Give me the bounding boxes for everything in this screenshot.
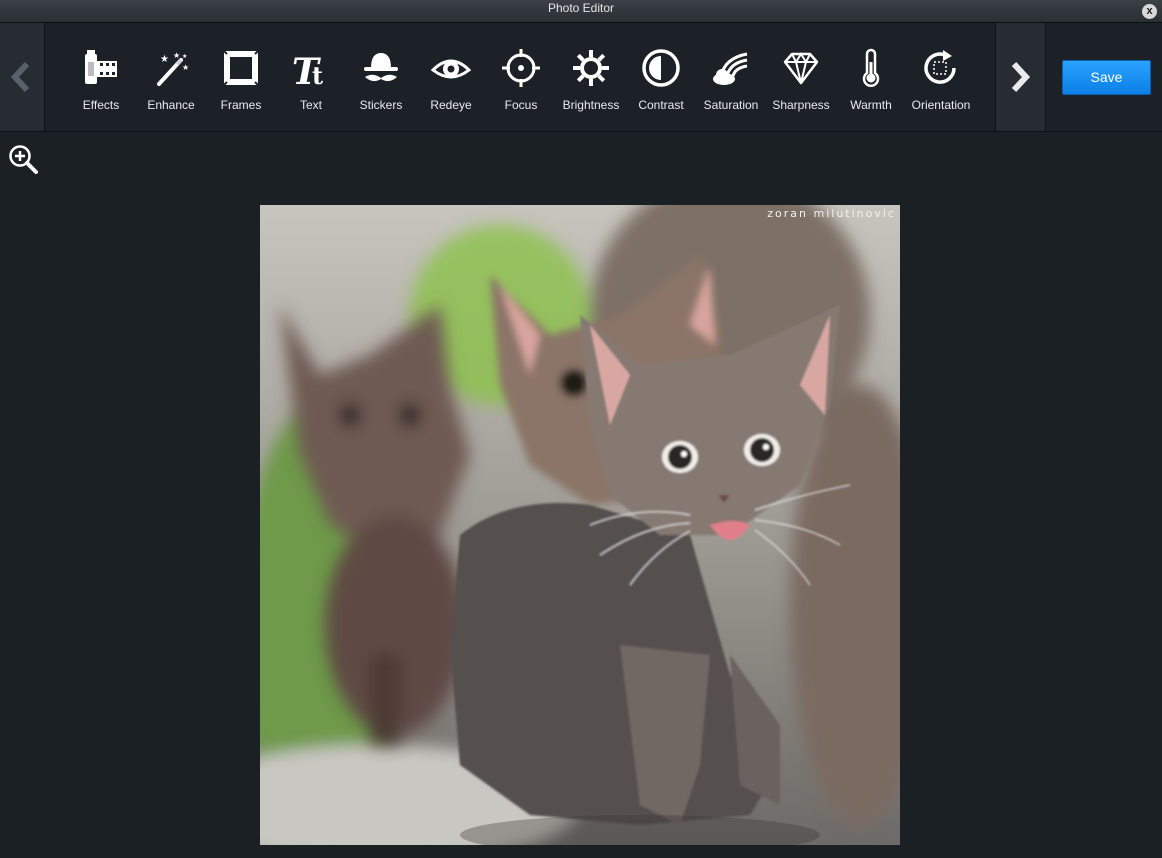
- tool-enhance[interactable]: ★ ★ ★ ★ Enhance: [136, 23, 206, 131]
- tool-label: Orientation: [911, 98, 971, 112]
- tool-saturation[interactable]: Saturation: [696, 23, 766, 131]
- tool-warmth[interactable]: Warmth: [836, 23, 906, 131]
- close-button[interactable]: x: [1142, 4, 1157, 19]
- sun-icon: [573, 50, 609, 86]
- crosshair-icon: [502, 49, 540, 87]
- window-title: Photo Editor: [547, 1, 615, 15]
- tool-focus[interactable]: Focus: [486, 23, 556, 131]
- thermometer-icon: [862, 48, 880, 87]
- rotate-icon: [924, 50, 956, 84]
- eye-icon: [431, 59, 471, 79]
- chevron-left-icon: [10, 61, 30, 93]
- tool-orientation[interactable]: Orientation: [906, 23, 976, 131]
- kitten-photo: [260, 205, 900, 845]
- tool-sharpness[interactable]: Sharpness: [766, 23, 836, 131]
- svg-text:★: ★: [182, 53, 187, 60]
- tool-brightness[interactable]: Brightness: [556, 23, 626, 131]
- toolbar: Effects ★ ★ ★ ★ Enhance Frames T t Text …: [0, 23, 1162, 132]
- photo-watermark: zoran milutinovic: [767, 207, 896, 220]
- tool-contrast[interactable]: Contrast: [626, 23, 696, 131]
- frame-icon: [223, 50, 259, 86]
- zoom-in-icon[interactable]: [7, 143, 39, 175]
- svg-text:★: ★: [160, 54, 169, 65]
- film-roll-icon: [85, 50, 117, 84]
- diamond-icon: [783, 52, 819, 85]
- tool-effects[interactable]: Effects: [66, 23, 136, 131]
- svg-text:t: t: [312, 61, 323, 88]
- tool-text[interactable]: T t Text: [276, 23, 346, 131]
- svg-text:★: ★: [182, 63, 189, 72]
- text-tt-icon: T t: [292, 51, 323, 88]
- chevron-right-icon: [1011, 61, 1031, 93]
- title-bar: Photo Editor x: [0, 0, 1162, 23]
- photo-canvas[interactable]: zoran milutinovic: [260, 205, 900, 845]
- tool-frames[interactable]: Frames: [206, 23, 276, 131]
- hat-mustache-icon: [364, 53, 398, 82]
- contrast-circle-icon: [642, 49, 680, 87]
- rainbow-cloud-icon: [713, 52, 748, 85]
- close-icon: x: [1146, 5, 1153, 17]
- save-button[interactable]: Save: [1062, 60, 1151, 95]
- scroll-right-button[interactable]: [995, 23, 1046, 131]
- scroll-left-button[interactable]: [0, 23, 45, 131]
- tool-redeye[interactable]: Redeye: [416, 23, 486, 131]
- svg-text:★: ★: [173, 51, 180, 60]
- magic-wand-icon: ★ ★ ★ ★: [157, 51, 189, 86]
- tool-stickers[interactable]: Stickers: [346, 23, 416, 131]
